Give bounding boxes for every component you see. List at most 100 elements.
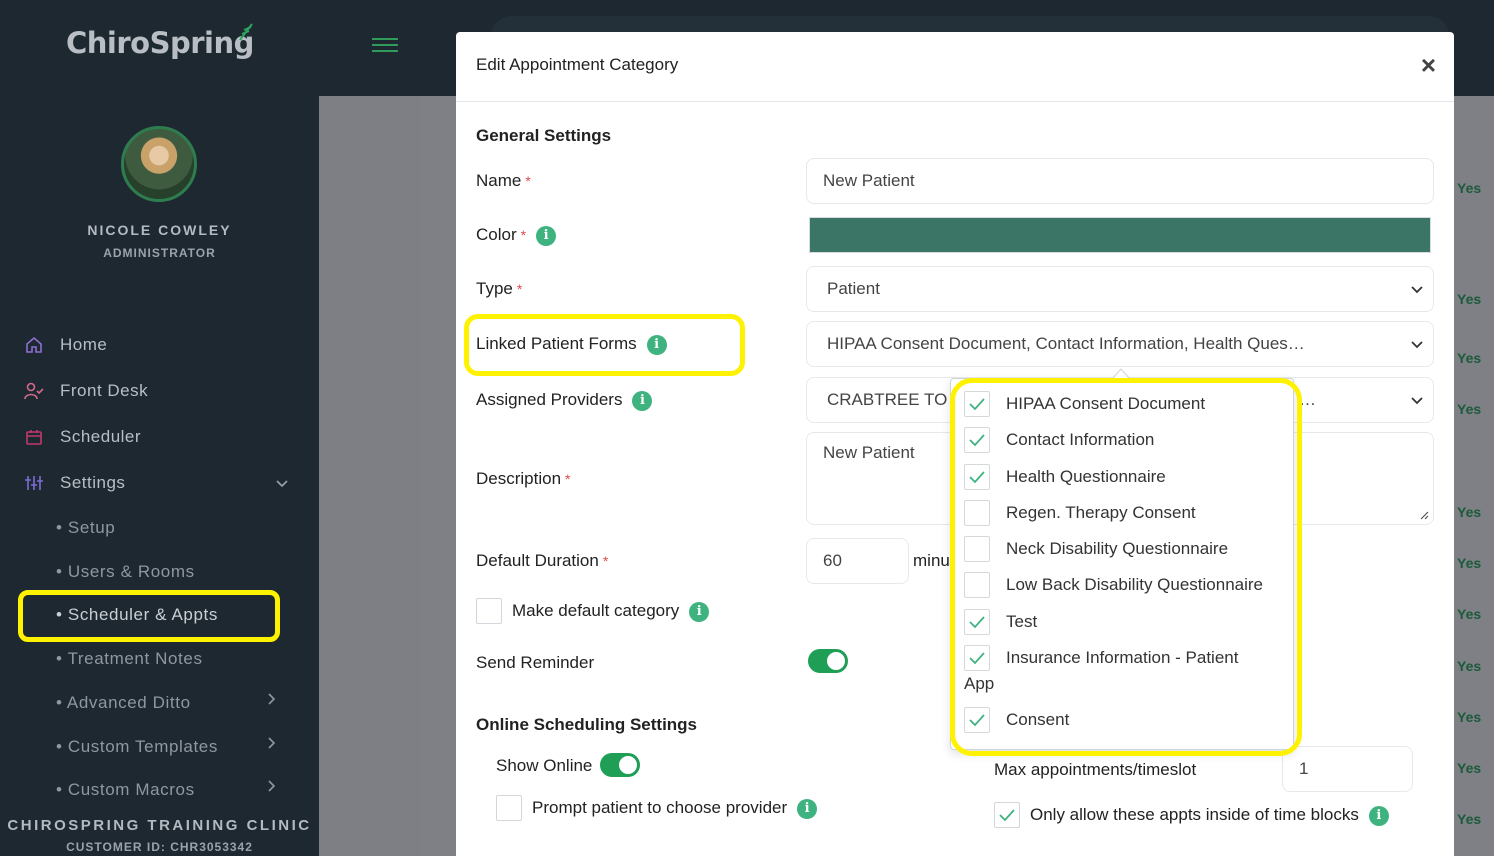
background-yes: Yes: [1457, 606, 1482, 622]
description-label-text: Description: [476, 469, 562, 488]
required-mark: *: [525, 173, 531, 189]
highlight-linked-patient-forms: [464, 314, 745, 376]
chevron-right-icon: [268, 780, 276, 795]
nav-home-label: Home: [60, 335, 108, 354]
background-yes: Yes: [1457, 504, 1482, 520]
logo-leaf-icon: [239, 23, 253, 41]
nav-front-desk-label: Front Desk: [60, 381, 149, 400]
type-label: Type *: [476, 279, 522, 299]
general-settings-heading: General Settings: [476, 126, 612, 145]
avatar[interactable]: [121, 126, 197, 202]
chevron-down-icon: [1411, 390, 1423, 410]
nav-settings[interactable]: Settings: [24, 469, 294, 497]
assigned-providers-label-text: Assigned Providers: [476, 390, 623, 409]
only-allow-label-text: Only allow these appts inside of time bl…: [1030, 805, 1359, 824]
sidebar-item-users-rooms[interactable]: • Users & Rooms: [56, 562, 195, 582]
background-yes: Yes: [1457, 811, 1482, 827]
type-select[interactable]: Patient: [806, 266, 1434, 312]
show-online-toggle[interactable]: [600, 753, 640, 777]
info-icon[interactable]: i: [797, 798, 818, 819]
sidebar-item-custom-templates[interactable]: • Custom Templates: [56, 737, 286, 757]
required-mark: *: [602, 553, 609, 569]
info-icon[interactable]: i: [1368, 805, 1389, 826]
name-input[interactable]: New Patient: [806, 158, 1434, 204]
name-label-text: Name: [476, 171, 522, 190]
nav-settings-label: Settings: [60, 473, 126, 492]
user-name: NICOLE COWLEY: [87, 222, 232, 238]
make-default-label-text: Make default category: [512, 601, 680, 620]
info-icon[interactable]: i: [689, 601, 710, 622]
chevron-down-icon: [1411, 279, 1423, 299]
send-reminder-toggle[interactable]: [808, 649, 848, 673]
default-duration-value: 60: [823, 551, 842, 570]
prompt-provider-label-text: Prompt patient to choose provider: [532, 798, 788, 817]
sidebar-item-treatment-notes[interactable]: • Treatment Notes: [56, 649, 203, 669]
color-label-text: Color: [476, 225, 517, 244]
sidebar-item-setup[interactable]: • Setup: [56, 518, 115, 538]
sidebar-item-advanced-ditto[interactable]: • Advanced Ditto: [56, 693, 286, 713]
nav-home[interactable]: Home: [24, 331, 294, 359]
sliders-icon: [24, 473, 44, 493]
background-yes: Yes: [1457, 350, 1482, 366]
chevron-right-icon: [268, 693, 276, 708]
resize-handle-icon[interactable]: [1419, 510, 1429, 520]
background-yes: Yes: [1457, 291, 1482, 307]
description-value: New Patient: [823, 443, 915, 462]
modal-title: Edit Appointment Category: [476, 55, 679, 74]
chevron-down-icon: [1411, 334, 1423, 354]
calendar-icon: [24, 427, 44, 447]
required-mark: *: [565, 471, 571, 487]
menu-icon[interactable]: [372, 38, 398, 56]
home-icon: [24, 335, 44, 355]
info-icon[interactable]: i: [632, 390, 653, 411]
modal-header: Edit Appointment Category ×: [456, 32, 1454, 102]
background-yes: Yes: [1457, 180, 1482, 196]
required-mark: *: [520, 227, 527, 243]
chevron-right-icon: [268, 737, 276, 752]
clinic-name: CHIROSPRING TRAINING CLINIC: [0, 811, 319, 834]
sidebar-item-custom-templates-label: • Custom Templates: [56, 737, 218, 756]
front-desk-icon: [24, 381, 44, 401]
background-yes: Yes: [1457, 658, 1482, 674]
nav-front-desk[interactable]: Front Desk: [24, 377, 294, 405]
max-appts-input[interactable]: 1: [1282, 746, 1413, 792]
make-default-label: Make default category i: [512, 601, 710, 622]
sidebar: ChiroSpring NICOLE COWLEY ADMINISTRATOR …: [0, 0, 319, 856]
nav-scheduler-label: Scheduler: [60, 427, 142, 446]
info-icon[interactable]: i: [536, 225, 557, 246]
linked-patient-forms-select[interactable]: HIPAA Consent Document, Contact Informat…: [806, 321, 1434, 367]
max-appts-value: 1: [1299, 759, 1309, 778]
color-label: Color * i: [476, 225, 557, 246]
prompt-provider-label: Prompt patient to choose provider i: [532, 798, 818, 819]
sidebar-item-custom-macros-label: • Custom Macros: [56, 780, 195, 799]
max-appts-label: Max appointments/timeslot: [994, 760, 1197, 779]
sidebar-item-custom-macros[interactable]: • Custom Macros: [56, 780, 286, 800]
brand-logo[interactable]: ChiroSpring: [66, 26, 254, 60]
highlight-scheduler-appts: [18, 590, 280, 642]
description-label: Description *: [476, 469, 571, 489]
make-default-checkbox[interactable]: [476, 598, 502, 624]
default-duration-input[interactable]: 60: [806, 538, 909, 584]
show-online-label: Show Online: [496, 756, 593, 775]
linked-patient-forms-value: HIPAA Consent Document, Contact Informat…: [827, 334, 1305, 353]
online-scheduling-heading: Online Scheduling Settings: [476, 715, 698, 734]
user-role: ADMINISTRATOR: [103, 246, 216, 260]
background-yes: Yes: [1457, 555, 1482, 571]
prompt-provider-checkbox[interactable]: [496, 795, 522, 821]
type-label-text: Type: [476, 279, 513, 298]
only-allow-checkbox[interactable]: [994, 802, 1020, 828]
close-icon[interactable]: ×: [1421, 52, 1436, 78]
assigned-providers-label: Assigned Providers i: [476, 390, 653, 411]
duration-unit: minu: [913, 551, 950, 570]
customer-id: CUSTOMER ID: CHR3053342: [66, 840, 253, 854]
required-mark: *: [516, 281, 523, 297]
default-duration-label: Default Duration *: [476, 551, 608, 571]
background-yes: Yes: [1457, 401, 1482, 417]
background-yes: Yes: [1457, 709, 1482, 725]
name-input-value: New Patient: [823, 171, 915, 190]
assigned-providers-value: CRABTREE TO: [827, 390, 948, 409]
nav-scheduler[interactable]: Scheduler: [24, 423, 294, 451]
color-picker[interactable]: [809, 217, 1431, 253]
check-icon: [999, 809, 1015, 822]
chevron-down-icon: [276, 476, 288, 491]
